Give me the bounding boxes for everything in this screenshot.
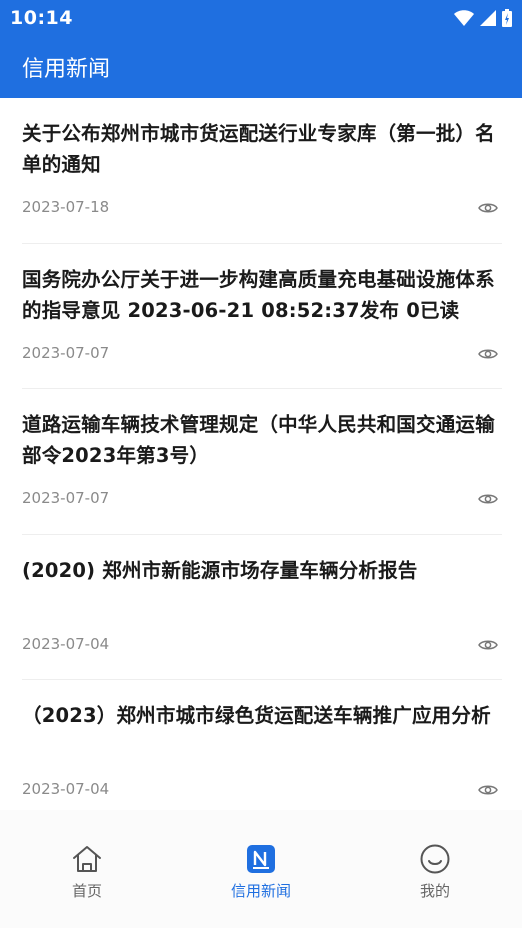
home-icon xyxy=(70,842,104,876)
status-bar: 10:14 xyxy=(0,0,522,35)
news-date: 2023-07-04 xyxy=(22,634,110,653)
smiley-icon xyxy=(418,842,452,876)
app-bar: 信用新闻 xyxy=(0,35,522,98)
nav-item-news[interactable]: 信用新闻 xyxy=(201,842,321,901)
news-icon xyxy=(244,842,278,876)
eye-icon xyxy=(478,494,498,504)
eye-icon xyxy=(478,785,498,795)
bottom-nav: 首页 信用新闻 我的 xyxy=(0,810,522,928)
news-date: 2023-07-07 xyxy=(22,489,110,508)
battery-icon xyxy=(502,8,512,27)
nav-item-home[interactable]: 首页 xyxy=(27,842,147,901)
news-item[interactable]: 道路运输车辆技术管理规定（中华人民共和国交通运输部令2023年第3号） 2023… xyxy=(22,389,502,535)
news-title: 关于公布郑州市城市货运配送行业专家库（第一批）名单的通知 xyxy=(22,122,495,176)
page-title: 信用新闻 xyxy=(22,56,111,82)
news-date: 2023-07-18 xyxy=(22,198,110,216)
signal-icon xyxy=(480,9,496,26)
news-date: 2023-07-04 xyxy=(22,780,110,799)
news-title: （2023）郑州市城市绿色货运配送车辆推广应用分析 xyxy=(22,704,491,728)
wifi-icon xyxy=(454,9,474,26)
news-item[interactable]: 国务院办公厅关于进一步构建高质量充电基础设施体系的指导意见 2023-06-21… xyxy=(22,244,502,390)
nav-label-mine: 我的 xyxy=(419,882,450,900)
eye-icon xyxy=(478,203,498,213)
news-item[interactable]: (2020) 郑州市新能源市场存量车辆分析报告 2023-07-04 xyxy=(22,535,502,681)
eye-icon xyxy=(478,349,498,359)
news-title: 国务院办公厅关于进一步构建高质量充电基础设施体系的指导意见 2023-06-21… xyxy=(22,267,495,322)
eye-icon xyxy=(478,640,498,650)
news-title: (2020) 郑州市新能源市场存量车辆分析报告 xyxy=(22,558,418,582)
news-item[interactable]: （2023）郑州市城市绿色货运配送车辆推广应用分析 2023-07-04 xyxy=(22,680,502,810)
status-icons xyxy=(454,8,512,27)
news-list[interactable]: 关于公布郑州市城市货运配送行业专家库（第一批）名单的通知 2023-07-18 … xyxy=(0,98,522,810)
status-time: 10:14 xyxy=(10,6,73,29)
nav-item-mine[interactable]: 我的 xyxy=(375,842,495,901)
news-item[interactable]: 关于公布郑州市城市货运配送行业专家库（第一批）名单的通知 2023-07-18 xyxy=(22,98,502,244)
news-date: 2023-07-07 xyxy=(22,343,110,362)
nav-label-home: 首页 xyxy=(71,882,102,900)
news-title: 道路运输车辆技术管理规定（中华人民共和国交通运输部令2023年第3号） xyxy=(22,413,495,468)
nav-label-news: 信用新闻 xyxy=(230,882,291,900)
